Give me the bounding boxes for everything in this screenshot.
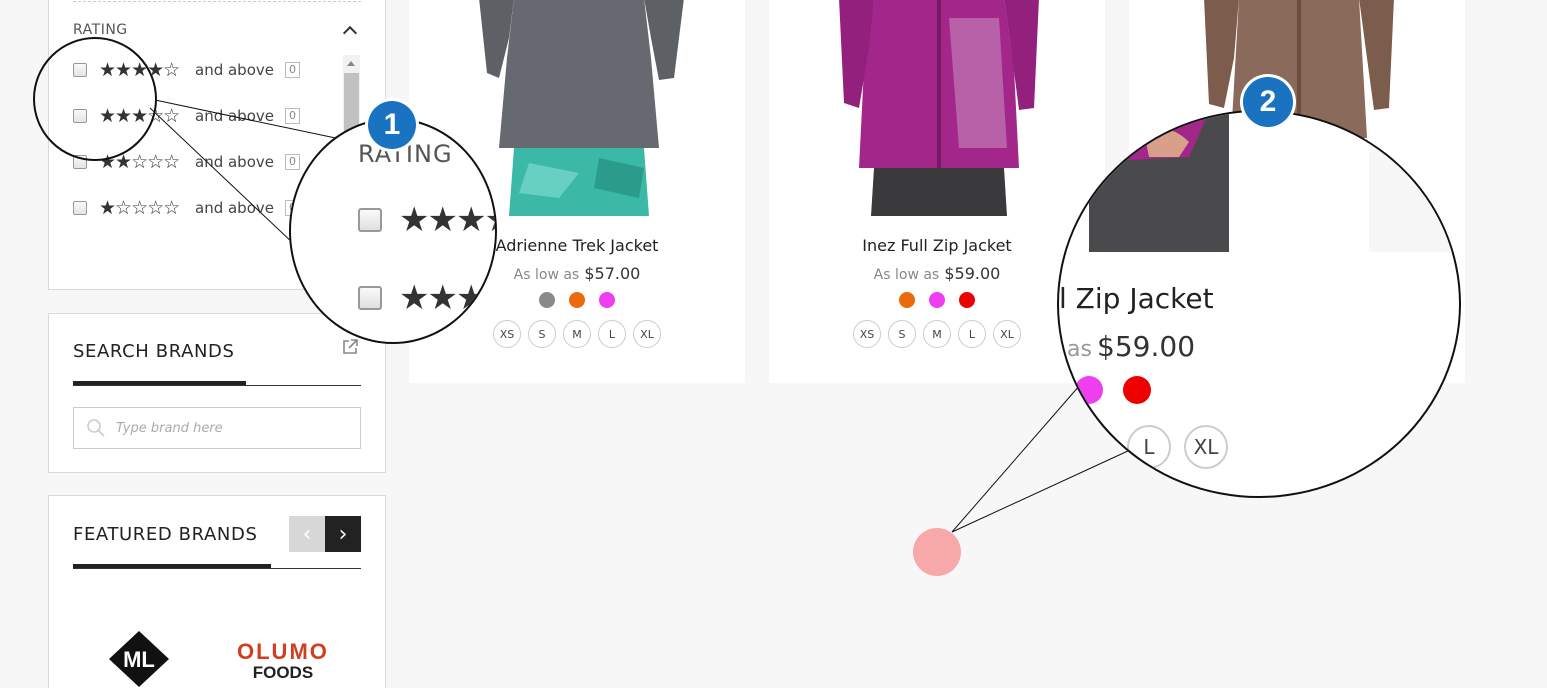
zoom-product-name: l Zip Jacket [1059, 282, 1214, 315]
zoom-rating-checkbox [358, 208, 382, 232]
magnifier-rating: RATING ★★★★ ★★★ [289, 118, 497, 344]
zoom-size-option: XL [1184, 425, 1228, 469]
zoom-star-rating-icon: ★★★ [399, 278, 486, 318]
magnifier-product: l Zip Jacket as $59.00 L XL [1057, 110, 1461, 498]
zoom-color-swatch-red [1123, 376, 1151, 404]
click-indicator [913, 528, 961, 576]
zoom-price-value: $59.00 [1097, 330, 1196, 363]
zoom-star-rating-icon: ★★★★ [399, 200, 495, 240]
callout-badge-1: 1 [368, 101, 416, 149]
zoom-product-price: as $59.00 [1067, 330, 1195, 363]
zoom-product-image [1059, 112, 1459, 252]
callout-badge-2: 2 [1243, 77, 1293, 127]
zoom-price-prefix: as [1067, 337, 1092, 362]
zoom-color-swatch-purple [1075, 376, 1103, 404]
zoom-target-circle [33, 37, 157, 161]
zoom-size-option: L [1127, 425, 1171, 469]
zoom-rating-checkbox [358, 286, 382, 310]
